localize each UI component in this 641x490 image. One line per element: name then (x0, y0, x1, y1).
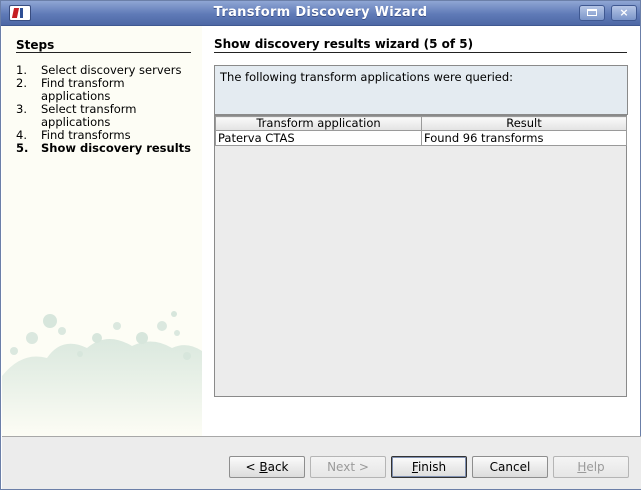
step-item-current: 5. Show discovery results (16, 142, 196, 155)
cell-transform-application[interactable]: Paterva CTAS (215, 130, 422, 146)
page-title: Show discovery results wizard (5 of 5) (214, 37, 474, 51)
back-button[interactable]: < Back (229, 456, 305, 478)
results-table: Transform application Result Paterva CTA… (215, 116, 627, 146)
step-number: 5. (16, 141, 29, 155)
step-label: Find transform applications (41, 76, 125, 103)
finish-button[interactable]: Finish (391, 456, 467, 478)
close-icon[interactable]: × (611, 5, 637, 21)
step-label: Show discovery results (41, 141, 191, 155)
steps-divider (16, 52, 191, 53)
table-header-row: Transform application Result (215, 116, 627, 131)
title-bar[interactable]: Transform Discovery Wizard × (1, 1, 640, 26)
step-label: Select discovery servers (41, 63, 182, 77)
results-table-container[interactable]: Transform application Result Paterva CTA… (214, 115, 627, 397)
column-header-result[interactable]: Result (421, 116, 627, 131)
step-label: Find transforms (41, 128, 131, 142)
help-button[interactable]: Help (553, 456, 629, 478)
wizard-window: Transform Discovery Wizard × Steps 1. Se… (0, 0, 641, 490)
minimize-icon[interactable] (579, 5, 605, 21)
steps-title: Steps (16, 38, 55, 52)
info-text-area: The following transform applications wer… (214, 65, 628, 115)
step-item: 2. Find transform applications (16, 77, 196, 103)
window-title: Transform Discovery Wizard (213, 5, 428, 20)
column-header-transform-application[interactable]: Transform application (215, 116, 422, 131)
step-number: 3. (16, 102, 27, 116)
next-button[interactable]: Next > (310, 456, 386, 478)
cancel-button[interactable]: Cancel (472, 456, 548, 478)
step-label: Select transform applications (41, 102, 137, 129)
step-number: 2. (16, 76, 27, 90)
steps-panel: Steps 1. Select discovery servers 2. Fin… (2, 26, 202, 436)
cell-result[interactable]: Found 96 transforms (421, 130, 627, 146)
title-divider (214, 52, 627, 53)
table-row[interactable]: Paterva CTAS Found 96 transforms (215, 130, 627, 146)
step-item: 3. Select transform applications (16, 103, 196, 129)
steps-list: 1. Select discovery servers 2. Find tran… (16, 64, 196, 155)
decorative-bubbles-image (2, 311, 202, 436)
